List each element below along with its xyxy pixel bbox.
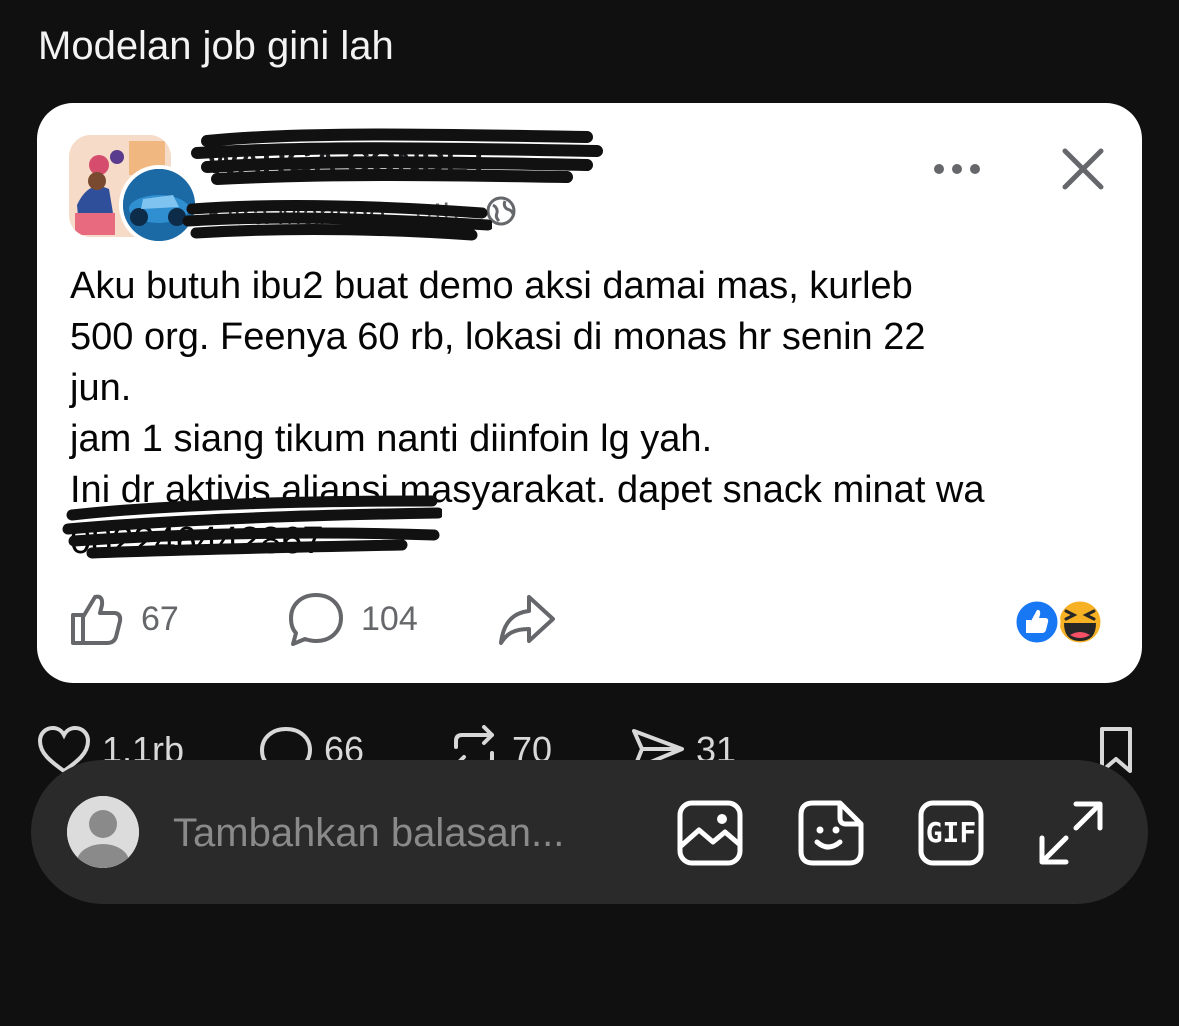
- globe-icon: [485, 195, 517, 235]
- like-reaction-icon: [1013, 598, 1061, 646]
- close-button[interactable]: [1055, 141, 1111, 197]
- image-icon: [677, 800, 743, 866]
- group-name[interactable]: WARGA CONDET: [207, 143, 489, 182]
- author-avatar[interactable]: [119, 165, 199, 245]
- post-caption: Modelan job gini lah: [38, 24, 394, 68]
- thumbs-up-icon: [71, 594, 123, 645]
- author-name[interactable]: Kitra Marlugo: [207, 198, 385, 232]
- meta-separator: ·: [467, 198, 478, 231]
- sticker-button[interactable]: [796, 798, 866, 868]
- reply-input[interactable]: [171, 802, 645, 864]
- reply-composer: GIF: [31, 760, 1148, 904]
- sticker-icon: [798, 800, 864, 866]
- comment-bubble-icon: [289, 593, 343, 646]
- post-text: Aku butuh ibu2 buat demo aksi damai mas,…: [70, 265, 985, 511]
- more-options-button[interactable]: [927, 151, 987, 187]
- share-arrow-icon: [499, 595, 555, 645]
- gif-button[interactable]: GIF: [916, 798, 986, 868]
- post-actions: 67 104: [67, 591, 1117, 651]
- haha-reaction-icon: [1056, 598, 1104, 646]
- like-count: 67: [141, 599, 179, 638]
- post-time: 14h: [409, 198, 460, 231]
- like-button[interactable]: 67: [67, 591, 179, 647]
- comment-button[interactable]: 104: [287, 591, 418, 647]
- comment-count: 104: [361, 599, 418, 638]
- more-horizontal-icon: [934, 164, 980, 174]
- phone-number: 082246442867: [70, 520, 324, 562]
- reaction-summary[interactable]: [1012, 597, 1112, 647]
- attach-image-button[interactable]: [675, 798, 745, 868]
- expand-button[interactable]: [1036, 798, 1106, 868]
- user-avatar[interactable]: [67, 796, 139, 868]
- expand-icon: [1039, 801, 1103, 865]
- shared-post-card[interactable]: WARGA CONDET Kitra Marlugo 14h · Aku but…: [37, 103, 1142, 683]
- gif-label: GIF: [925, 816, 977, 849]
- post-meta: Kitra Marlugo 14h ·: [207, 195, 517, 235]
- share-button[interactable]: [497, 591, 557, 647]
- avatar-stack[interactable]: [69, 135, 199, 245]
- default-avatar-icon: [67, 796, 139, 868]
- close-icon: [1062, 148, 1104, 190]
